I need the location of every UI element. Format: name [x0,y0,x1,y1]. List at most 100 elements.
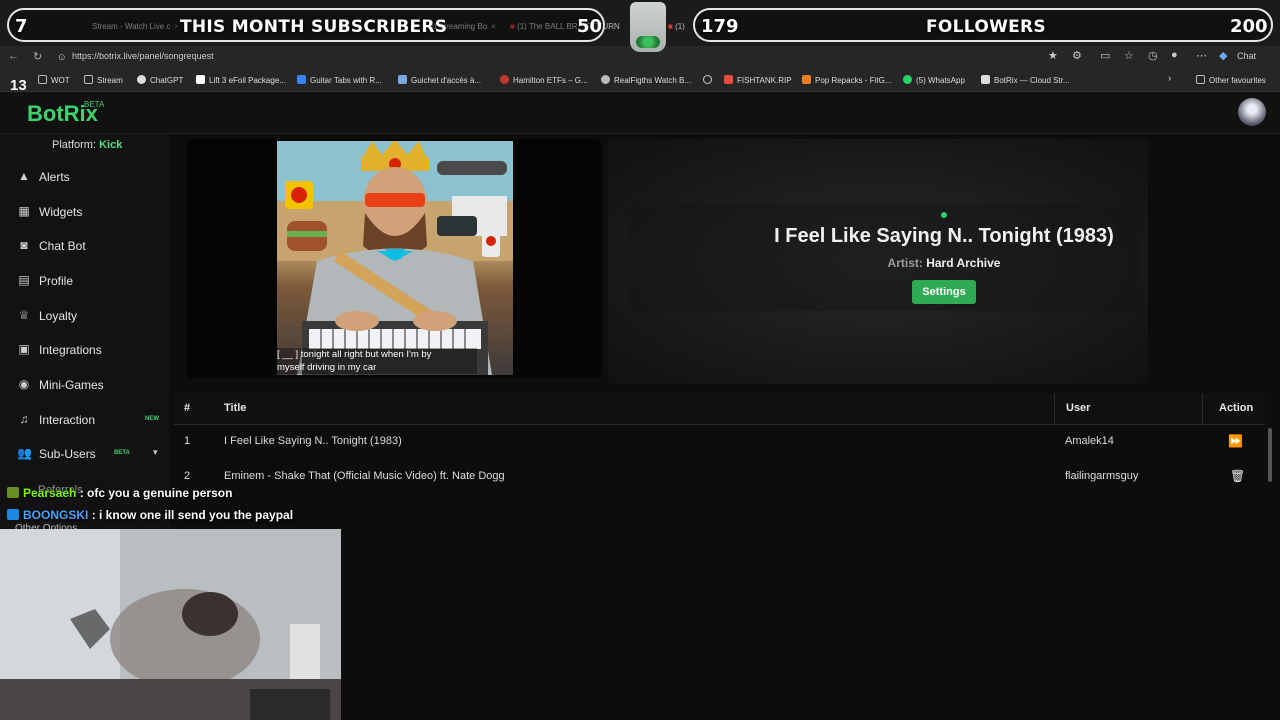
bookmark-item[interactable]: Guitar Tabs with R... [297,75,382,85]
folder-icon [38,75,47,84]
bookmark-item[interactable]: Stream [84,75,123,85]
sidebar-item-chat-bot[interactable]: ◙ Chat Bot [0,231,170,261]
integrations-icon: ▣ [18,342,30,356]
id-card-icon: ▤ [18,273,30,287]
sidebar-item-integrations[interactable]: ▣ Integrations [0,335,170,365]
sidebar-item-label: Integrations [39,343,102,357]
skip-forward-icon[interactable]: ⏩ [1228,434,1243,448]
sidebar-item-sub-users[interactable]: 👥 Sub-Users BETA ▾ [0,439,170,469]
artist-label: Artist: [887,256,923,270]
row-user: flailingarmsguy [1065,470,1139,482]
robot-icon: ◙ [20,238,28,252]
sidebar-item-label: Widgets [39,205,83,219]
webcam-image [0,529,341,720]
settings-button[interactable]: Settings [912,280,976,304]
column-header-action: Action [1219,402,1254,414]
table-row: 2 Eminem - Shake That (Official Music Vi… [174,460,1265,494]
more-icon[interactable]: ⋯ [1196,49,1207,62]
bookmark-item[interactable]: Lift 3 eFoil Package... [196,75,286,85]
user-badge-icon [7,487,19,498]
star-icon[interactable]: ★ [1048,49,1058,62]
favorites-icon[interactable]: ☆ [1124,49,1134,62]
bookmark-item[interactable]: Pop Repacks - FitG... [802,75,891,85]
site-icon [196,75,205,84]
site-icon [500,75,509,84]
chat-message: BOONGSKI : i know one ill send you the p… [7,508,293,522]
warning-icon: ▲ [18,169,30,183]
subs-goal: 50 [577,16,603,37]
bookmark-item[interactable]: Guichet d'accès à... [398,75,481,85]
scrollbar[interactable] [1268,428,1272,482]
chat-label[interactable]: Chat [1237,51,1256,61]
sidebar-item-widgets[interactable]: ▦ Widgets [0,197,170,227]
globe-icon [703,75,712,84]
song-artist: Artist: Hard Archive [627,256,1261,270]
site-info-icon[interactable]: ⊙ [58,52,66,63]
chat-message: Pearsaeh : ofc you a genuine person [7,486,232,500]
bookmark-item[interactable]: ChatGPT [137,75,183,85]
avatar[interactable] [1238,98,1266,126]
trash-icon[interactable]: 🗑 [1230,469,1245,483]
beta-tag: BETA [84,100,105,109]
extensions-icon[interactable]: ⚙ [1072,49,1082,62]
chevron-down-icon[interactable]: ▾ [153,447,158,458]
bookmark-item[interactable]: Hamilton ETFs – G... [500,75,588,85]
chat-text: : i know one ill send you the paypal [91,508,294,522]
column-header-user: User [1066,402,1091,414]
bookmark-item[interactable]: FISHTANK.RIP [724,75,792,85]
sidebar-item-label: Loyalty [39,309,78,323]
copilot-icon[interactable]: ◆ [1219,49,1227,62]
platform-value: Kick [99,139,123,151]
column-header-title: Title [224,402,247,414]
row-user: Amalek14 [1065,435,1114,447]
chatgpt-icon [137,75,146,84]
sidebar-item-label: Alerts [39,170,70,184]
site-icon [802,75,811,84]
history-icon[interactable]: ◷ [1148,49,1158,62]
site-icon [297,75,306,84]
bookmark-item[interactable]: BotRix — Cloud Str... [981,75,1070,85]
followers-title: FOLLOWERS [926,17,1046,37]
reload-icon[interactable]: ↻ [33,50,42,63]
youtube-icon: ■ [668,22,676,31]
sidebar-item-profile[interactable]: ▤ Profile [0,266,170,296]
split-view-icon[interactable]: ▭ [1100,49,1110,62]
bookmark-item[interactable]: RealFigths Watch B... [601,75,691,85]
row-number: 1 [184,435,191,447]
live-status-dot [941,212,947,218]
trophy-icon: ♕ [18,308,30,322]
bookmark-folder[interactable]: Other favourites [1196,75,1266,85]
profile-icon[interactable]: ● [1171,49,1178,61]
sidebar-item-alerts[interactable]: ▲ Alerts [0,162,170,192]
row-title: Eminem - Shake That (Official Music Vide… [224,470,505,482]
sidebar-item-loyalty[interactable]: ♕ Loyalty [0,301,170,331]
chevron-right-icon[interactable]: › [1168,73,1171,84]
video-thumbnail [277,141,513,375]
sidebar-item-label: Mini-Games [39,378,104,392]
song-title: I Feel Like Saying N.. Tonight (1983) [774,225,1114,247]
browser-tab[interactable]: ■ (1) [668,22,692,38]
column-divider [1202,393,1203,425]
subs-title: THIS MONTH SUBSCRIBERS [180,17,448,37]
back-icon[interactable]: ← [8,50,19,62]
subtitle-line: myself driving in my car [277,362,377,373]
chat-text: : ofc you a genuine person [79,486,233,500]
grid-icon: ▦ [18,204,30,218]
bookmark-item[interactable]: WOT [38,75,70,85]
webcam-feed [0,529,341,720]
boba-cup-icon [630,2,666,52]
column-header-number: # [184,402,191,414]
followers-goal: 200 [1230,16,1268,37]
site-icon [981,75,990,84]
bookmark-item[interactable] [703,75,716,85]
sidebar-item-interaction[interactable]: ♫ Interaction NEW [0,405,170,435]
beta-tag: BETA [114,450,130,456]
column-divider [1054,393,1055,425]
app-header: BotRix BETA [0,92,1280,134]
site-icon [398,75,407,84]
url-field[interactable]: https://botrix.live/panel/songrequest [72,51,214,61]
followers-current: 179 [701,16,739,37]
sidebar-item-mini-games[interactable]: ◉ Mini-Games [0,370,170,400]
folder-icon [84,75,93,84]
bookmark-item[interactable]: (5) WhatsApp [903,75,965,85]
